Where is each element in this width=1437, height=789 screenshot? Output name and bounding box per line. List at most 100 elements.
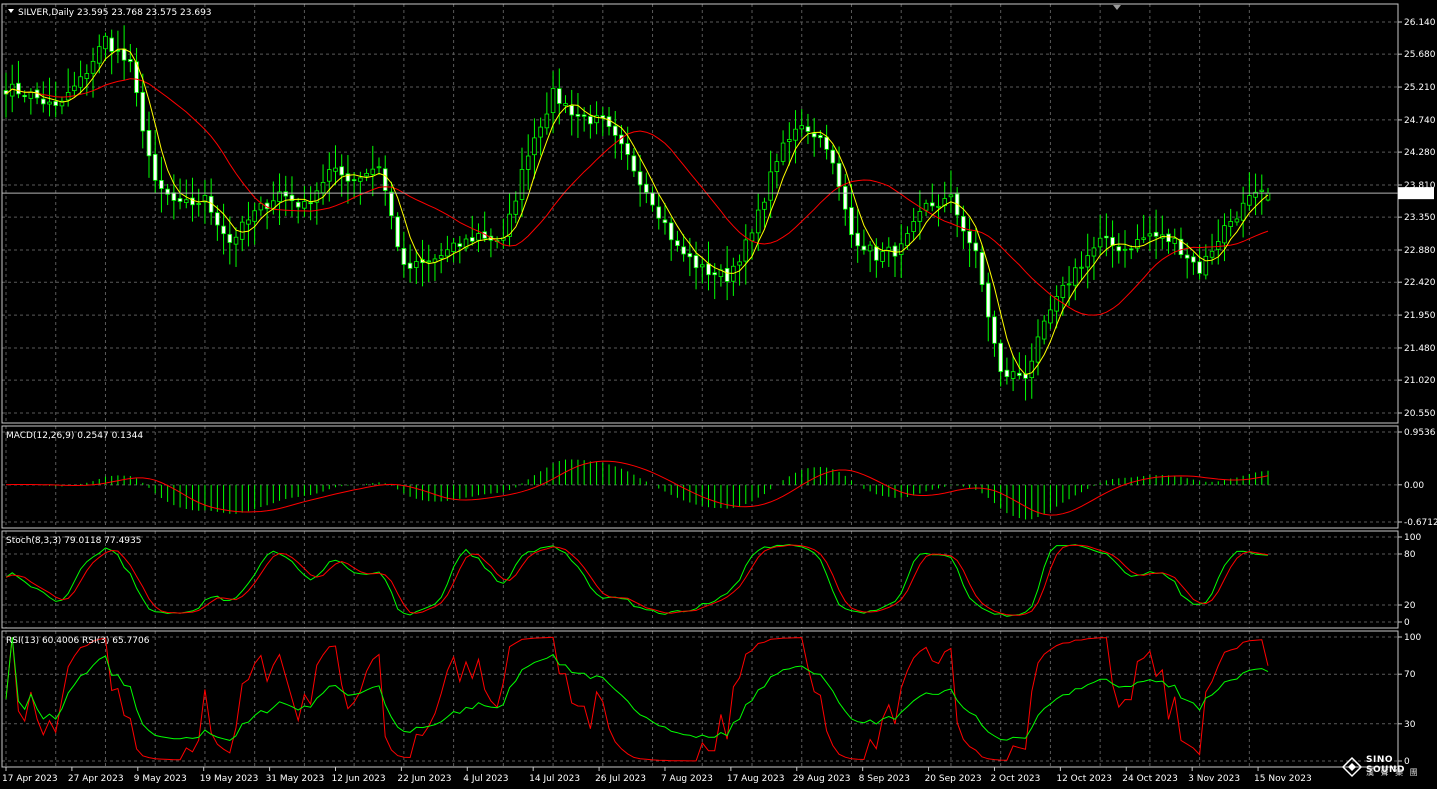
candle-body	[880, 251, 885, 262]
candle-body	[911, 221, 916, 232]
candle-body	[28, 91, 34, 99]
candle-body	[1172, 238, 1178, 244]
price-axis-tick-label: 26.140	[1404, 18, 1436, 28]
candle-body	[1153, 231, 1159, 237]
candle-body	[824, 136, 829, 150]
candle-body	[177, 198, 183, 202]
candle-body	[513, 200, 519, 215]
macd-axis-tick-label: 0.00	[1404, 481, 1424, 491]
candle-body	[662, 219, 668, 224]
candle-body	[811, 132, 817, 138]
price-axis-tick-label: 20.550	[1404, 409, 1436, 419]
candle-body	[693, 255, 699, 269]
candle-body	[905, 233, 910, 246]
current-price-label: 23.693	[1401, 189, 1433, 199]
candle-body	[606, 116, 612, 127]
candle-body	[1128, 248, 1134, 251]
candle-body	[358, 177, 363, 182]
candle-body	[637, 171, 643, 186]
candle-body	[246, 219, 251, 225]
candle-body	[53, 100, 58, 106]
candle-body	[370, 168, 376, 175]
candle-body	[886, 246, 892, 251]
candle-body	[1122, 248, 1128, 251]
time-axis-label: 14 Jul 2023	[529, 774, 580, 784]
logo-subtitle: 漢 聲 集 團	[1366, 768, 1420, 777]
candle-body	[706, 263, 711, 276]
candle-body	[1141, 237, 1146, 240]
candle-body	[867, 244, 873, 252]
candle-body	[171, 192, 177, 201]
candle-body	[898, 243, 904, 255]
candle-body	[1203, 255, 1209, 276]
rsi-title: RSI(13) 60.4006 RSI(3) 65.7706	[6, 636, 150, 646]
candle-body	[109, 37, 114, 52]
time-axis-label: 12 Oct 2023	[1056, 774, 1112, 784]
candle-body	[1247, 195, 1252, 206]
candle-body	[159, 180, 164, 189]
candle-body	[152, 153, 158, 181]
candle-body	[196, 203, 201, 205]
candle-body	[948, 194, 954, 198]
candle-body	[793, 128, 798, 141]
candle-body	[557, 88, 562, 104]
candle-body	[675, 240, 680, 246]
candle-body	[917, 211, 923, 222]
candle-body	[320, 181, 326, 194]
candle-body	[656, 206, 662, 219]
candle-body	[830, 149, 836, 164]
candle-body	[1240, 202, 1246, 221]
candle-body	[644, 183, 649, 193]
candle-body	[569, 105, 574, 116]
candle-body	[283, 191, 289, 197]
candle-body	[146, 130, 152, 157]
candle-body	[128, 59, 133, 62]
candle-body	[780, 142, 786, 162]
candle-body	[1091, 247, 1097, 257]
candle-body	[755, 209, 761, 234]
stoch-axis-tick-label: 100	[1404, 533, 1421, 543]
candle-body	[1259, 189, 1265, 192]
candle-body	[700, 264, 705, 268]
time-axis-label: 29 Aug 2023	[793, 774, 851, 784]
candle-body	[1216, 241, 1221, 250]
candle-body	[650, 192, 655, 206]
candle-body	[221, 225, 226, 235]
candle-body	[407, 262, 413, 269]
price-axis-tick-label: 24.740	[1404, 116, 1436, 126]
candle-body	[836, 162, 842, 188]
candle-body	[302, 201, 307, 209]
time-axis-label: 24 Oct 2023	[1122, 774, 1178, 784]
candle-body	[1234, 218, 1240, 223]
candle-body	[121, 48, 127, 61]
candle-body	[457, 243, 463, 247]
candle-body	[401, 248, 407, 265]
candle-body	[712, 272, 717, 276]
candle-body	[395, 216, 400, 248]
candle-body	[550, 88, 556, 113]
symbol-header: SILVER,Daily 23.595 23.768 23.575 23.693	[18, 8, 212, 18]
chart-canvas: 26.14025.68025.21024.74024.28023.81023.3…	[0, 0, 1437, 789]
candle-body	[227, 233, 233, 243]
candle-body	[998, 342, 1003, 372]
time-axis-label: 20 Sep 2023	[925, 774, 982, 784]
candle-body	[1085, 255, 1090, 268]
candle-body	[339, 166, 344, 176]
candle-body	[1222, 225, 1227, 244]
candle-body	[476, 233, 481, 241]
rsi-axis-tick-label: 70	[1404, 670, 1416, 680]
candle-body	[258, 203, 264, 211]
candle-body	[1147, 233, 1153, 237]
candle-body	[532, 137, 537, 156]
candle-body	[538, 126, 543, 138]
candle-body	[849, 207, 854, 236]
time-axis-label: 8 Sep 2023	[859, 774, 910, 784]
candle-body	[762, 201, 767, 210]
candle-body	[22, 95, 27, 98]
candle-body	[724, 267, 730, 282]
candle-body	[184, 199, 189, 203]
candle-body	[687, 253, 693, 258]
candle-body	[1029, 360, 1035, 379]
candle-body	[768, 171, 773, 201]
candle-body	[985, 282, 991, 318]
